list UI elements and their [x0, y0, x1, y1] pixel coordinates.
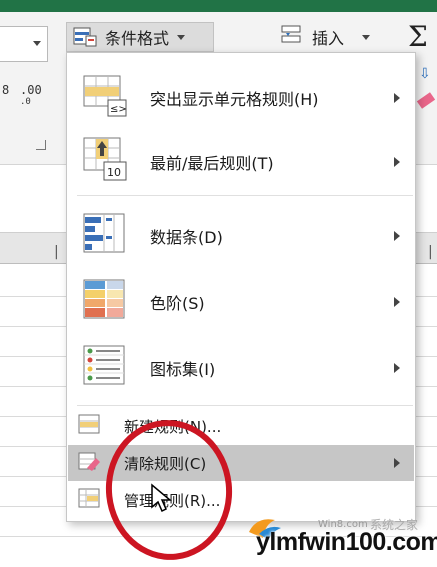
watermark-text: ylmfwin100.com: [256, 528, 437, 556]
decrease-decimal-button[interactable]: 8: [2, 84, 9, 96]
svg-text:≤>: ≤>: [110, 104, 127, 115]
conditional-formatting-button[interactable]: 条件格式: [66, 22, 214, 52]
menu-separator: [77, 195, 413, 196]
color-scales-icon: [82, 278, 128, 326]
chevron-right-icon: [394, 458, 400, 468]
chevron-right-icon: [394, 297, 400, 307]
increase-decimal-button[interactable]: .00 .0: [20, 84, 42, 108]
chevron-right-icon: [394, 93, 400, 103]
menu-item-new-rule[interactable]: 新建规则(N)...: [68, 409, 414, 443]
svg-text:10: 10: [107, 166, 121, 179]
title-bar: [0, 0, 437, 12]
clear-rules-icon: [78, 450, 100, 476]
new-rule-icon: [78, 414, 100, 438]
menu-item-top-bottom-rules[interactable]: 10 最前/最后规则(T): [68, 129, 414, 195]
chevron-right-icon: [394, 363, 400, 373]
fill-down-icon[interactable]: ⇩: [419, 66, 431, 82]
icon-sets-icon: [82, 344, 128, 392]
chevron-down-icon: [362, 34, 371, 40]
column-divider: |: [54, 244, 59, 260]
autosum-button[interactable]: Σ: [408, 20, 428, 53]
data-bars-icon: [82, 212, 128, 260]
column-divider: |: [428, 244, 433, 260]
mouse-cursor-icon: [150, 483, 173, 517]
chevron-down-icon: [177, 34, 186, 40]
number-format-dropdown[interactable]: [0, 26, 48, 62]
menu-separator: [77, 405, 413, 406]
insert-cells-icon: [280, 24, 304, 50]
chevron-right-icon: [394, 157, 400, 167]
chevron-down-icon: [33, 41, 41, 46]
conditional-formatting-icon: [73, 27, 97, 47]
menu-item-highlight-cells-rules[interactable]: ≤> 突出显示单元格规则(H): [68, 63, 414, 133]
manage-rules-icon: [78, 488, 100, 512]
menu-item-color-scales[interactable]: 色阶(S): [68, 269, 414, 335]
chevron-right-icon: [394, 231, 400, 241]
menu-item-icon-sets[interactable]: 图标集(I): [68, 335, 414, 401]
insert-button[interactable]: 插入: [280, 22, 390, 52]
menu-item-data-bars[interactable]: 数据条(D): [68, 203, 414, 269]
top-bottom-rules-icon: 10: [82, 136, 128, 188]
dialog-launcher-icon[interactable]: [36, 140, 46, 150]
highlight-cells-rules-icon: ≤>: [82, 74, 128, 122]
